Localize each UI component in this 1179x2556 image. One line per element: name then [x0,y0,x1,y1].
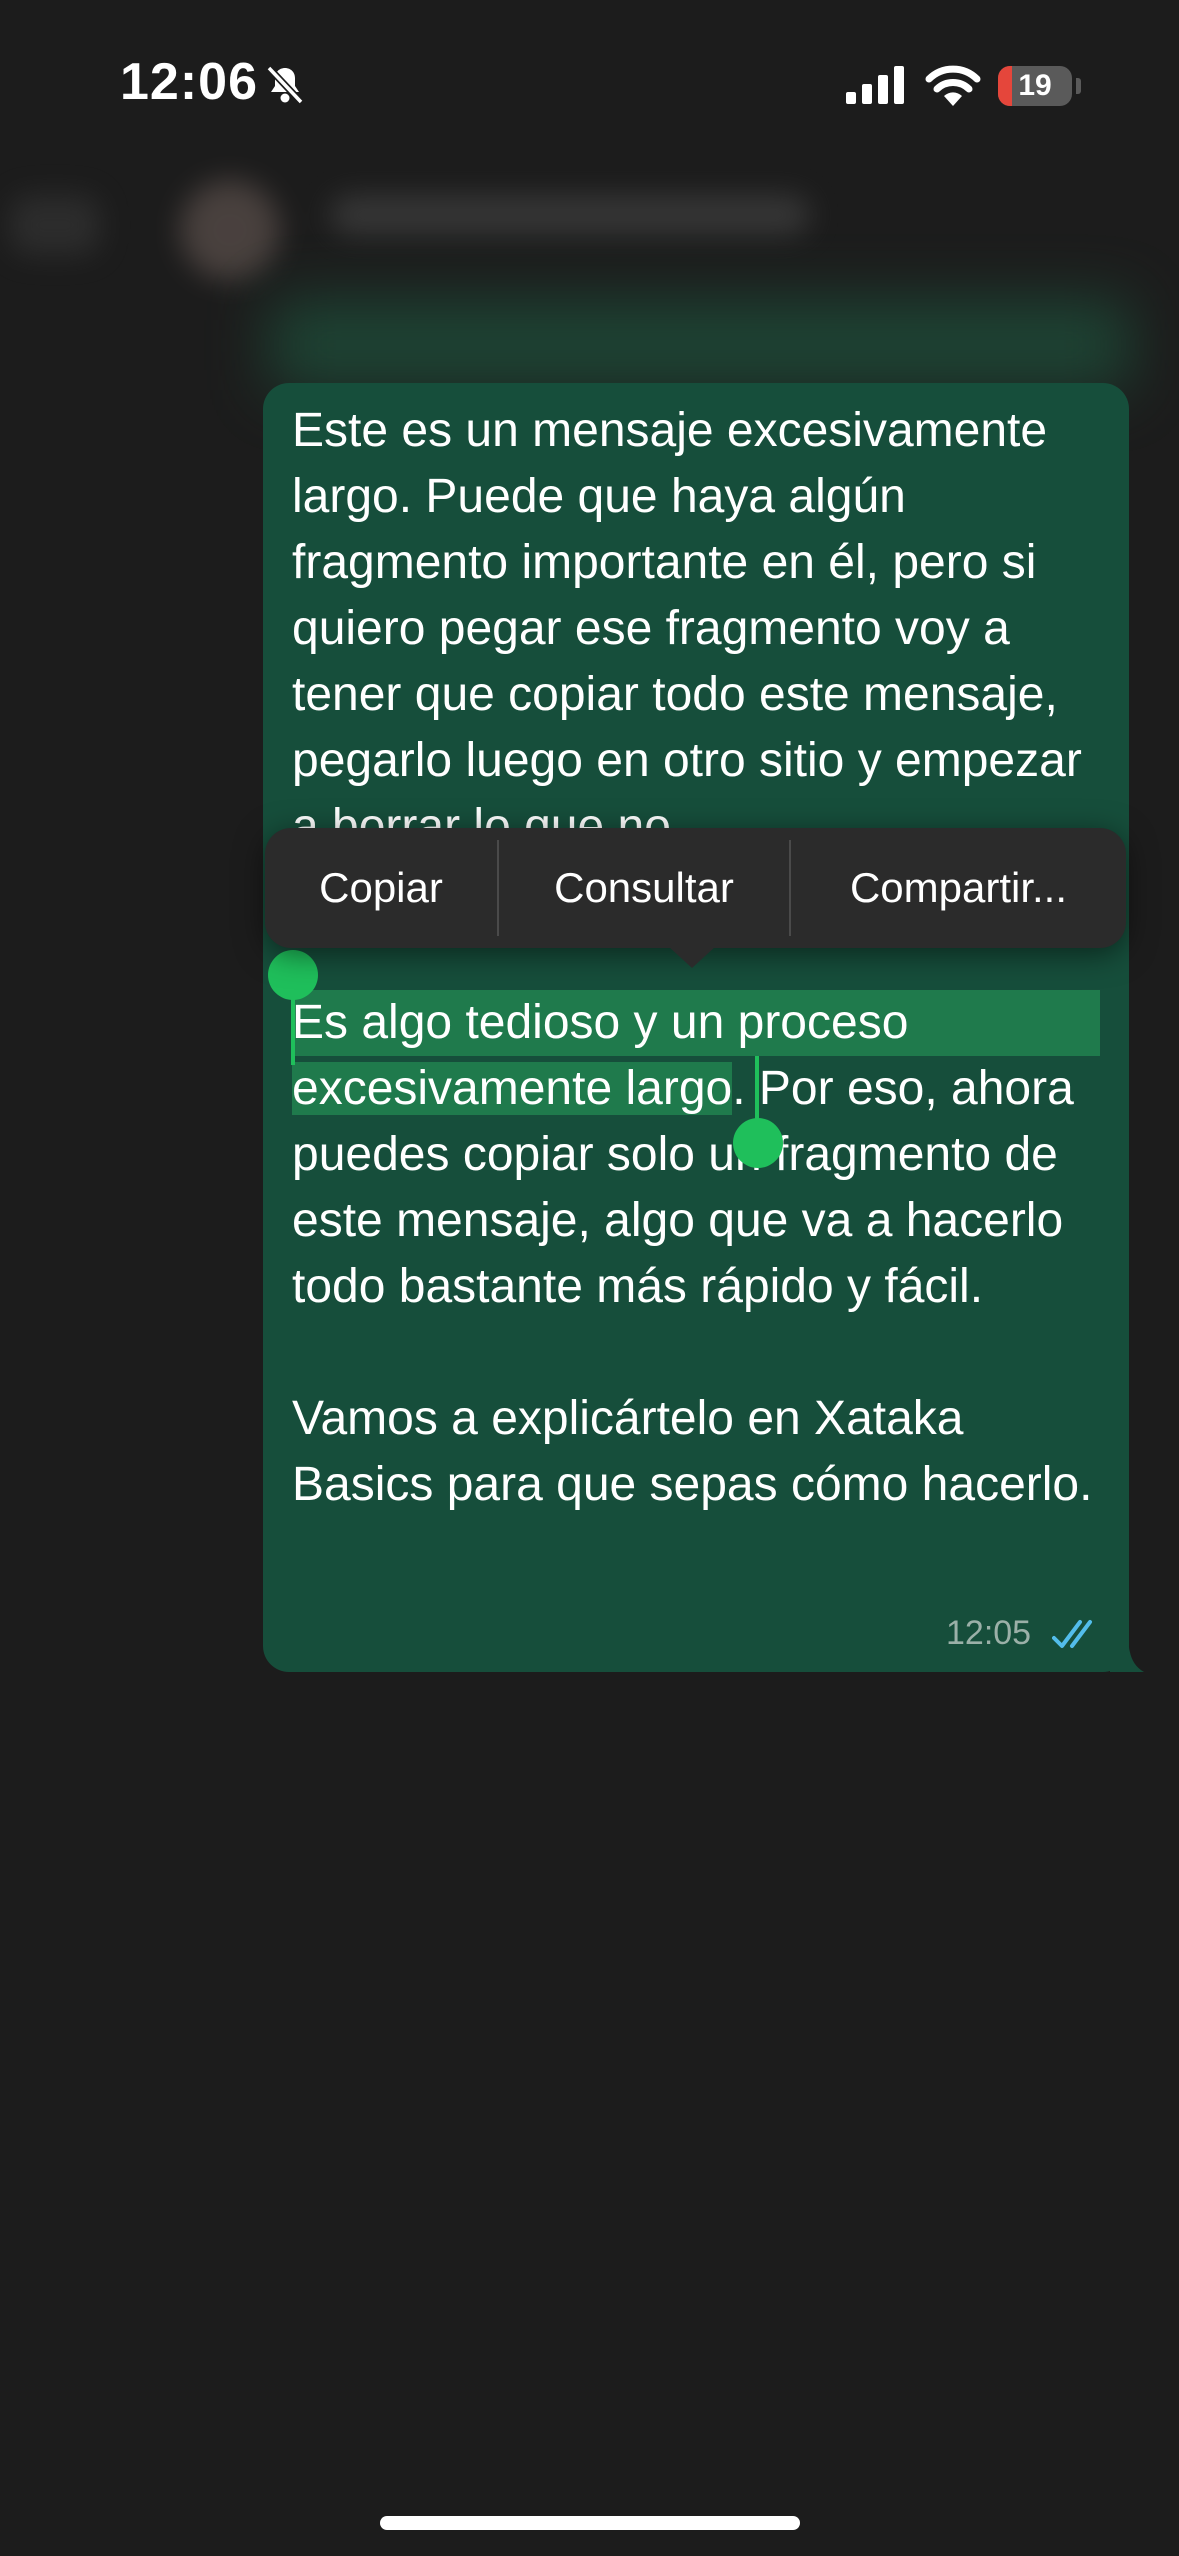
menu-item-consultar[interactable]: Consultar [499,828,789,948]
blurred-bubble-glow [270,300,1130,390]
bell-slash-icon [266,65,304,105]
message-paragraph-2: Vamos a explicártelo en Xataka Basics pa… [292,1392,1093,1511]
message-text-top[interactable]: Este es un mensaje excesivamente largo. … [292,398,1112,828]
context-menu-arrow [668,946,716,968]
status-time: 12:06 [120,53,258,111]
status-bar: 12:06 19 [0,0,1179,150]
wifi-icon [925,65,981,106]
context-menu: Copiar Consultar Compartir... [265,828,1126,948]
battery-cap [1076,78,1081,94]
selection-start-caret [291,995,295,1065]
battery-icon: 19 [998,66,1072,106]
selection-start-handle[interactable] [268,950,318,1000]
message-time: 12:05 [946,1614,1032,1652]
message-text-bottom[interactable]: Es algo tedioso y un proceso excesivamen… [292,990,1112,1518]
blurred-chat-header [0,150,1179,300]
cellular-signal-icon [846,66,904,104]
home-indicator[interactable] [380,2516,800,2530]
blurred-avatar [180,180,280,280]
blurred-back-button [10,195,100,255]
menu-item-copiar[interactable]: Copiar [265,828,497,948]
bubble-tail [1110,1628,1144,1672]
selection-end-handle[interactable] [733,1118,783,1168]
blurred-contact-name [330,195,810,235]
menu-item-compartir[interactable]: Compartir... [791,828,1126,948]
double-check-icon [1052,1620,1092,1648]
selection-end-caret [755,1056,759,1126]
battery-level: 19 [1018,69,1052,102]
